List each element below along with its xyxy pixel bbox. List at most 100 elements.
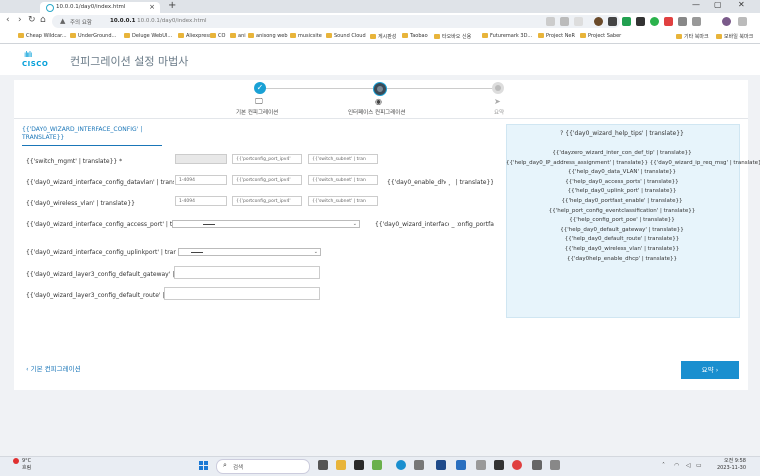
bookmark-item[interactable]: UnderGround... (70, 33, 116, 39)
uplink-port-select[interactable]: ⌄ (178, 248, 321, 256)
extension-icon[interactable] (636, 17, 645, 26)
bookmark-item[interactable]: 게시판성 (370, 33, 396, 40)
back-button[interactable]: ‹ 기본 컨피그레이션 (26, 363, 81, 373)
browser-tab[interactable]: 10.0.0.1/day0/index.html × (40, 2, 160, 13)
wireless-vlan-input[interactable]: 1-4094 (175, 196, 227, 206)
data-vlan-ipv4-input[interactable]: {{'portconfig_port_ipv4' (232, 175, 302, 185)
wireless-vlan-subnet-input[interactable]: {{'switch_subnet' | tran (308, 196, 378, 206)
app-icon[interactable] (476, 460, 486, 470)
mgmt-subnet-input[interactable]: {{'switch_subnet' | tran (308, 154, 378, 164)
wireless-vlan-label: {{'day0_wireless_vlan' | translate}} (26, 200, 135, 207)
bookmark-item[interactable]: musicsite (290, 33, 322, 39)
app-icon[interactable] (354, 460, 364, 470)
bookmark-item[interactable]: 기타 북마크 (676, 33, 709, 40)
access-port-select[interactable]: ⌄ (172, 220, 360, 228)
home-icon[interactable]: ⌂ (40, 15, 46, 25)
edge-icon[interactable] (396, 460, 406, 470)
bookmark-item[interactable]: Deluge WebUI... (124, 33, 172, 39)
maximize-icon[interactable]: ▢ (714, 0, 722, 9)
enable-dhcp-label: {{'day0_enable_dhcp' | translate}} (387, 179, 493, 186)
folder-icon (402, 33, 408, 38)
zoom-icon[interactable] (560, 17, 569, 26)
data-vlan-input[interactable]: 1-4094 (175, 175, 227, 185)
reload-icon[interactable]: ↻ (28, 15, 36, 25)
next-summary-button[interactable]: 요약 › (681, 361, 739, 379)
new-tab-button[interactable]: + (168, 0, 176, 11)
switch-mgmt-input[interactable] (175, 154, 227, 164)
sidebar-icon[interactable] (692, 17, 701, 26)
bookmark-item[interactable]: 타오바오 신용 (434, 33, 471, 40)
task-view-icon[interactable] (318, 460, 328, 470)
file-explorer-icon[interactable] (336, 460, 346, 470)
weather-alert-icon (13, 458, 19, 464)
switch-mgmt-label: {{'switch_mgmt' | translate}} * (26, 158, 123, 165)
tab-title: 10.0.0.1/day0/index.html (56, 4, 126, 10)
portfast-checkbox[interactable] (449, 219, 457, 227)
close-tab-icon[interactable]: × (149, 3, 155, 11)
app-icon[interactable] (414, 460, 424, 470)
bookmark-item[interactable]: ani (230, 33, 246, 39)
forward-icon[interactable]: › (18, 15, 22, 25)
app-icon[interactable] (532, 460, 542, 470)
share-icon[interactable] (546, 17, 555, 26)
folder-icon (210, 33, 216, 38)
taskbar-clock[interactable]: 오전 9:58 2023-11-30 (706, 458, 746, 472)
windows-start-icon[interactable] (199, 461, 209, 471)
step-basic-config-done[interactable]: ✓ (254, 82, 266, 94)
chrome-icon[interactable] (512, 460, 522, 470)
taskbar-search[interactable]: ⌕ 검색 (216, 459, 310, 474)
bookmark-item[interactable]: Futuremark 3D... (482, 33, 532, 39)
data-vlan-subnet-input[interactable]: {{'switch_subnet' | tran (308, 175, 378, 185)
help-tip-line: {{'help_day0_default_gateway' | translat… (560, 226, 684, 233)
wireless-vlan-ipv4-input[interactable]: {{'portconfig_port_ipv4' (232, 196, 302, 206)
globe-icon: ◉ (375, 97, 382, 106)
bookmark-item[interactable]: 모바일 북마크 (716, 33, 753, 40)
wifi-icon[interactable]: ◠ (674, 462, 679, 469)
extension-icon[interactable] (622, 17, 631, 26)
app-icon[interactable] (436, 460, 446, 470)
weather-widget[interactable]: 9°C 흐림 (22, 458, 31, 472)
extension-icon[interactable] (594, 17, 603, 26)
tray-chevron-icon[interactable]: ˄ (662, 462, 665, 469)
data-vlan-label: {{'day0_wizard_interface_config_datavlan… (26, 179, 174, 186)
default-gateway-input[interactable] (174, 266, 320, 279)
bookmark-item[interactable]: Project Saber (580, 33, 621, 39)
extension-icon[interactable] (608, 17, 617, 26)
folder-icon (538, 33, 544, 38)
bookmark-item[interactable]: Aliexpress (178, 33, 212, 39)
bookmark-item[interactable]: CO (210, 33, 225, 39)
app-icon[interactable] (550, 460, 560, 470)
security-warning: 주의 요함 (70, 20, 92, 26)
close-window-icon[interactable]: ✕ (738, 0, 745, 9)
extension-icon[interactable] (650, 17, 659, 26)
minimize-icon[interactable]: — (692, 0, 700, 9)
monitor-icon: 🖵 (255, 97, 263, 106)
bookmark-item[interactable]: Taobao (402, 33, 428, 39)
menu-icon[interactable] (738, 17, 747, 26)
mgmt-ipv4-input[interactable]: {{'portconfig_port_ipv4' (232, 154, 302, 164)
avatar[interactable] (722, 17, 731, 26)
bookmark-item[interactable]: Project NeR (538, 33, 575, 39)
send-icon: ➤ (494, 97, 501, 106)
terminal-icon[interactable] (494, 460, 504, 470)
extensions-puzzle-icon[interactable] (678, 17, 687, 26)
globe-icon (46, 4, 54, 12)
folder-icon (434, 34, 440, 39)
default-gateway-label: {{'day0_wizard_layer3_config_default_gat… (26, 271, 176, 278)
bookmark-star-icon[interactable] (574, 17, 583, 26)
address-bar[interactable]: ▲ 주의 요함 10.0.0.1 10.0.0.1/day0/index.htm… (52, 15, 620, 28)
folder-icon (290, 33, 296, 38)
bookmark-item[interactable]: Sound Cloud (326, 33, 366, 39)
bookmark-item[interactable]: anisong web (248, 33, 288, 39)
extension-icon[interactable] (664, 17, 673, 26)
battery-icon[interactable]: ▭ (696, 462, 702, 469)
volume-icon[interactable]: ◁ (686, 462, 691, 469)
uplink-port-label: {{'day0_wizard_interface_config_uplinkpo… (26, 249, 176, 256)
default-route-input[interactable] (164, 287, 320, 300)
app-icon[interactable] (372, 460, 382, 470)
back-icon[interactable]: ‹ (6, 15, 10, 25)
app-icon[interactable] (456, 460, 466, 470)
section-heading: {{'DAY0_WIZARD_INTERFACE_CONFIG' | TRANS… (22, 126, 143, 141)
enable-dhcp-checkbox[interactable] (446, 177, 454, 184)
bookmark-item[interactable]: Cheap Wildcar... (18, 33, 67, 39)
